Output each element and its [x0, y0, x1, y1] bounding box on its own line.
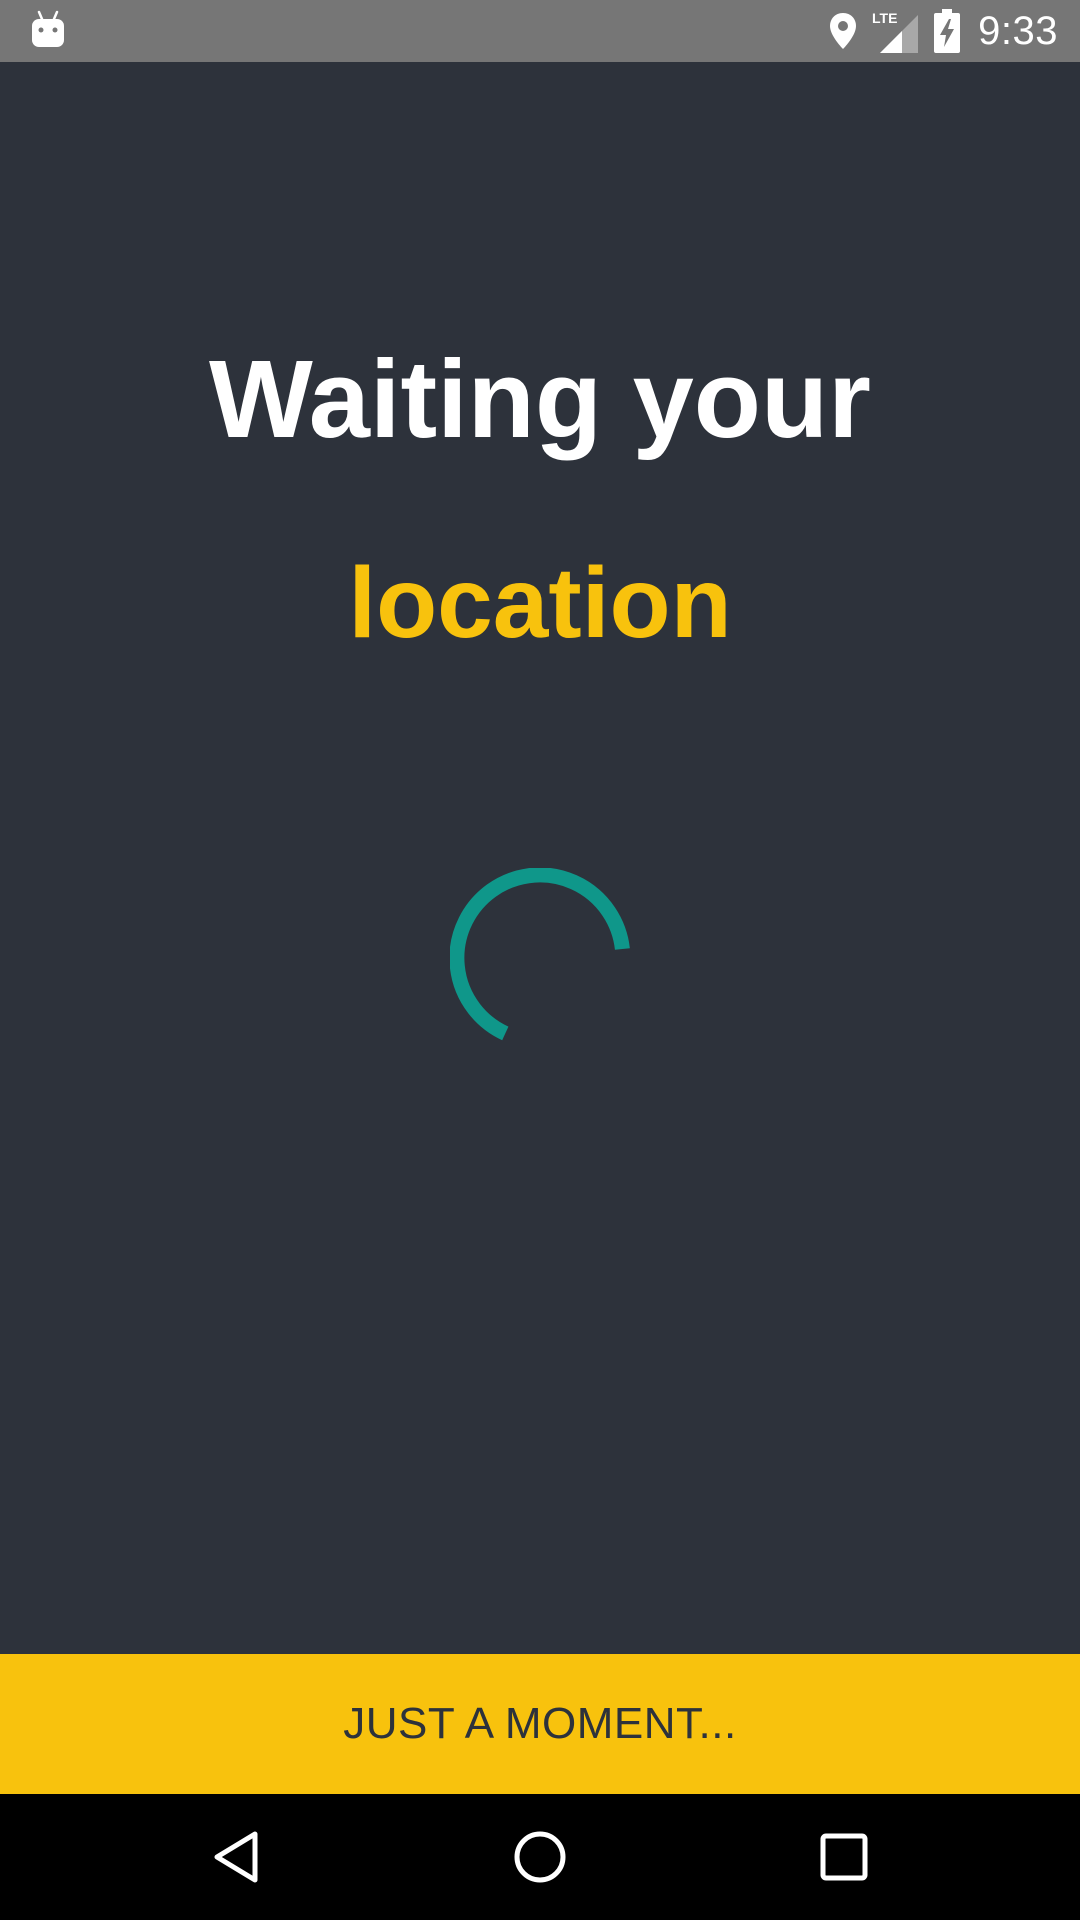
battery-charging-icon: [934, 9, 961, 53]
navigation-bar: [0, 1794, 1080, 1920]
home-button[interactable]: [510, 1827, 570, 1887]
just-a-moment-label: JUST A MOMENT...: [343, 1699, 737, 1748]
lte-signal-icon: LTE: [872, 10, 919, 53]
recents-button[interactable]: [814, 1827, 874, 1887]
status-icons: LTE 9:33: [828, 0, 1058, 62]
home-icon: [514, 1831, 566, 1883]
page-title: Waiting your: [209, 338, 871, 461]
recents-icon: [820, 1833, 868, 1881]
location-icon: [830, 13, 857, 49]
app-screen: LTE 9:33 Waiting your location JUST A MO…: [0, 0, 1080, 1920]
page-title-highlight: location: [348, 547, 732, 659]
svg-text:LTE: LTE: [872, 10, 897, 26]
android-notification-icon: [32, 10, 64, 47]
just-a-moment-button[interactable]: JUST A MOMENT...: [0, 1654, 1080, 1794]
status-bar: LTE 9:33: [0, 0, 1080, 62]
status-time: 9:33: [978, 8, 1058, 53]
loading-spinner-icon: [450, 868, 630, 1041]
back-icon: [214, 1831, 258, 1883]
back-button[interactable]: [206, 1827, 266, 1887]
